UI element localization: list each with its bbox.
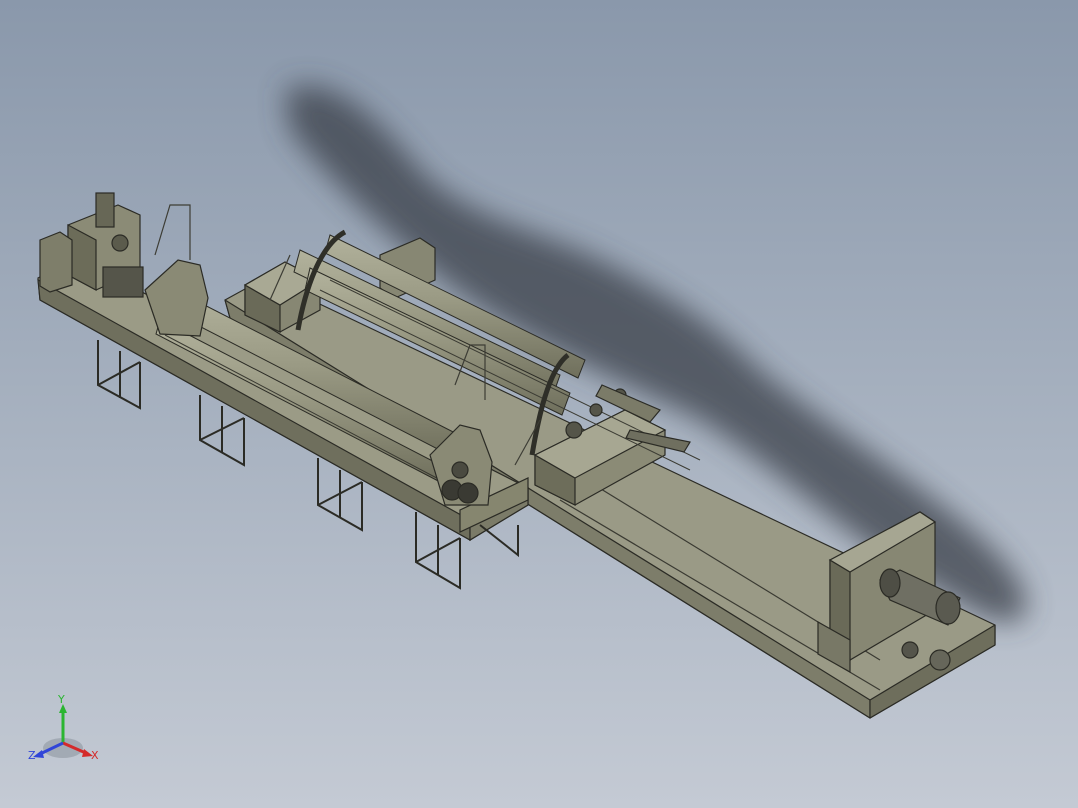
triad-z-label: Z (28, 749, 36, 762)
control-unit (39, 192, 144, 298)
triad-y-label: Y (58, 693, 65, 706)
cad-graphics-viewport[interactable]: Y X Z (0, 0, 1078, 808)
triad-x-label: X (91, 749, 99, 762)
orientation-triad[interactable]: Y X Z (22, 692, 108, 772)
machine-model[interactable] (0, 0, 1078, 808)
